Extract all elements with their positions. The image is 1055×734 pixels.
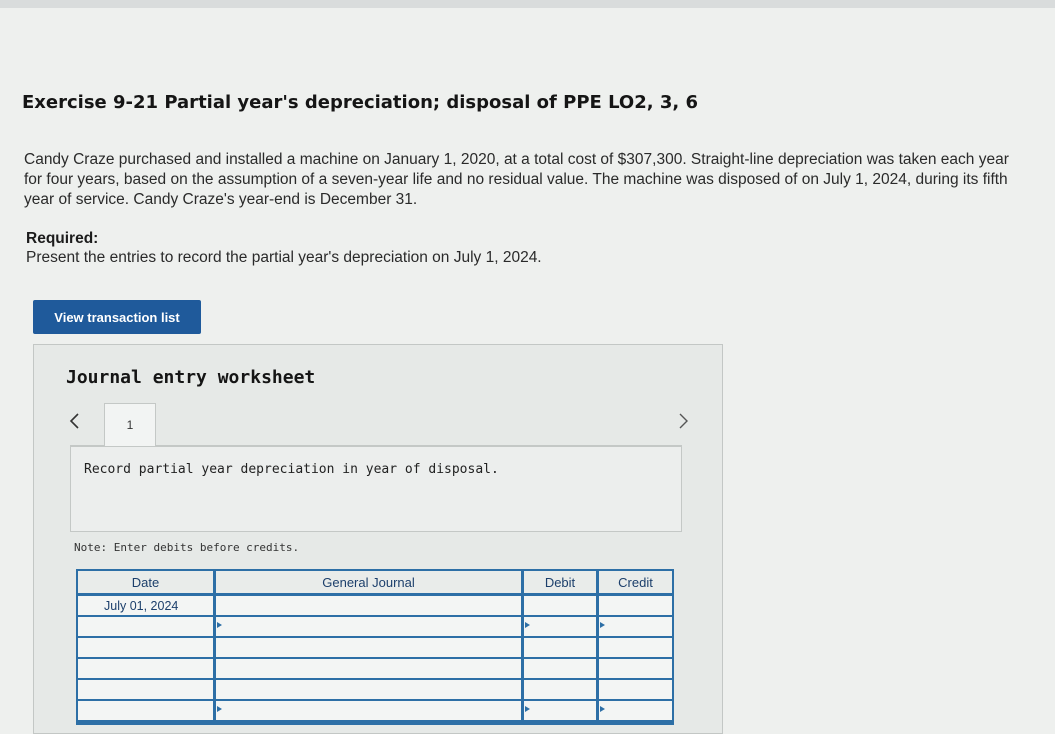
credit-input[interactable] (599, 638, 672, 657)
header-general-journal: General Journal (216, 571, 521, 593)
previous-entry-button[interactable] (64, 408, 84, 434)
instruction-box (70, 446, 682, 532)
account-input[interactable] (216, 659, 521, 678)
chevron-right-icon (679, 413, 688, 429)
chevron-right-icon (217, 706, 222, 712)
tab-entry-1[interactable]: 1 (104, 403, 156, 446)
chevron-right-icon (217, 622, 222, 628)
debit-input[interactable] (524, 596, 596, 615)
credit-input[interactable] (599, 617, 672, 636)
view-transaction-list-button[interactable]: View transaction list (33, 300, 201, 334)
required-text: Present the entries to record the partia… (26, 249, 542, 266)
account-input[interactable] (216, 596, 521, 615)
date-cell (78, 680, 213, 699)
credit-input[interactable] (599, 596, 672, 615)
debits-credits-note: Note: Enter debits before credits. (74, 541, 300, 554)
credit-input[interactable] (599, 659, 672, 678)
debit-input[interactable] (524, 680, 596, 699)
debit-input[interactable] (524, 659, 596, 678)
debit-input[interactable] (524, 638, 596, 657)
entry-date: July 01, 2024 (104, 598, 179, 613)
account-input[interactable] (216, 617, 521, 636)
exercise-intro: Candy Craze purchased and installed a ma… (24, 151, 1009, 208)
header-debit: Debit (524, 571, 596, 593)
next-entry-button[interactable] (674, 408, 694, 434)
date-cell (78, 638, 213, 657)
debit-input[interactable] (524, 617, 596, 636)
header-credit: Credit (599, 571, 672, 593)
required-label: Required: (26, 230, 99, 247)
date-cell (78, 701, 213, 720)
debit-input[interactable] (524, 701, 596, 720)
credit-input[interactable] (599, 701, 672, 720)
header-date: Date (78, 571, 213, 593)
worksheet-title: Journal entry worksheet (66, 367, 316, 388)
date-cell (78, 659, 213, 678)
account-input[interactable] (216, 680, 521, 699)
chevron-left-icon (69, 413, 79, 429)
top-divider (0, 0, 1055, 8)
chevron-right-icon (525, 622, 530, 628)
chevron-right-icon (525, 706, 530, 712)
chevron-right-icon (600, 706, 605, 712)
date-cell: July 01, 2024 (78, 596, 213, 615)
credit-input[interactable] (599, 680, 672, 699)
account-input[interactable] (216, 638, 521, 657)
journal-table: Date General Journal Debit Credit July 0… (76, 569, 674, 725)
date-cell (78, 617, 213, 636)
exercise-title: Exercise 9-21 Partial year's depreciatio… (22, 92, 698, 113)
chevron-right-icon (600, 622, 605, 628)
account-input[interactable] (216, 701, 521, 720)
instruction-text: Record partial year depreciation in year… (84, 462, 499, 477)
